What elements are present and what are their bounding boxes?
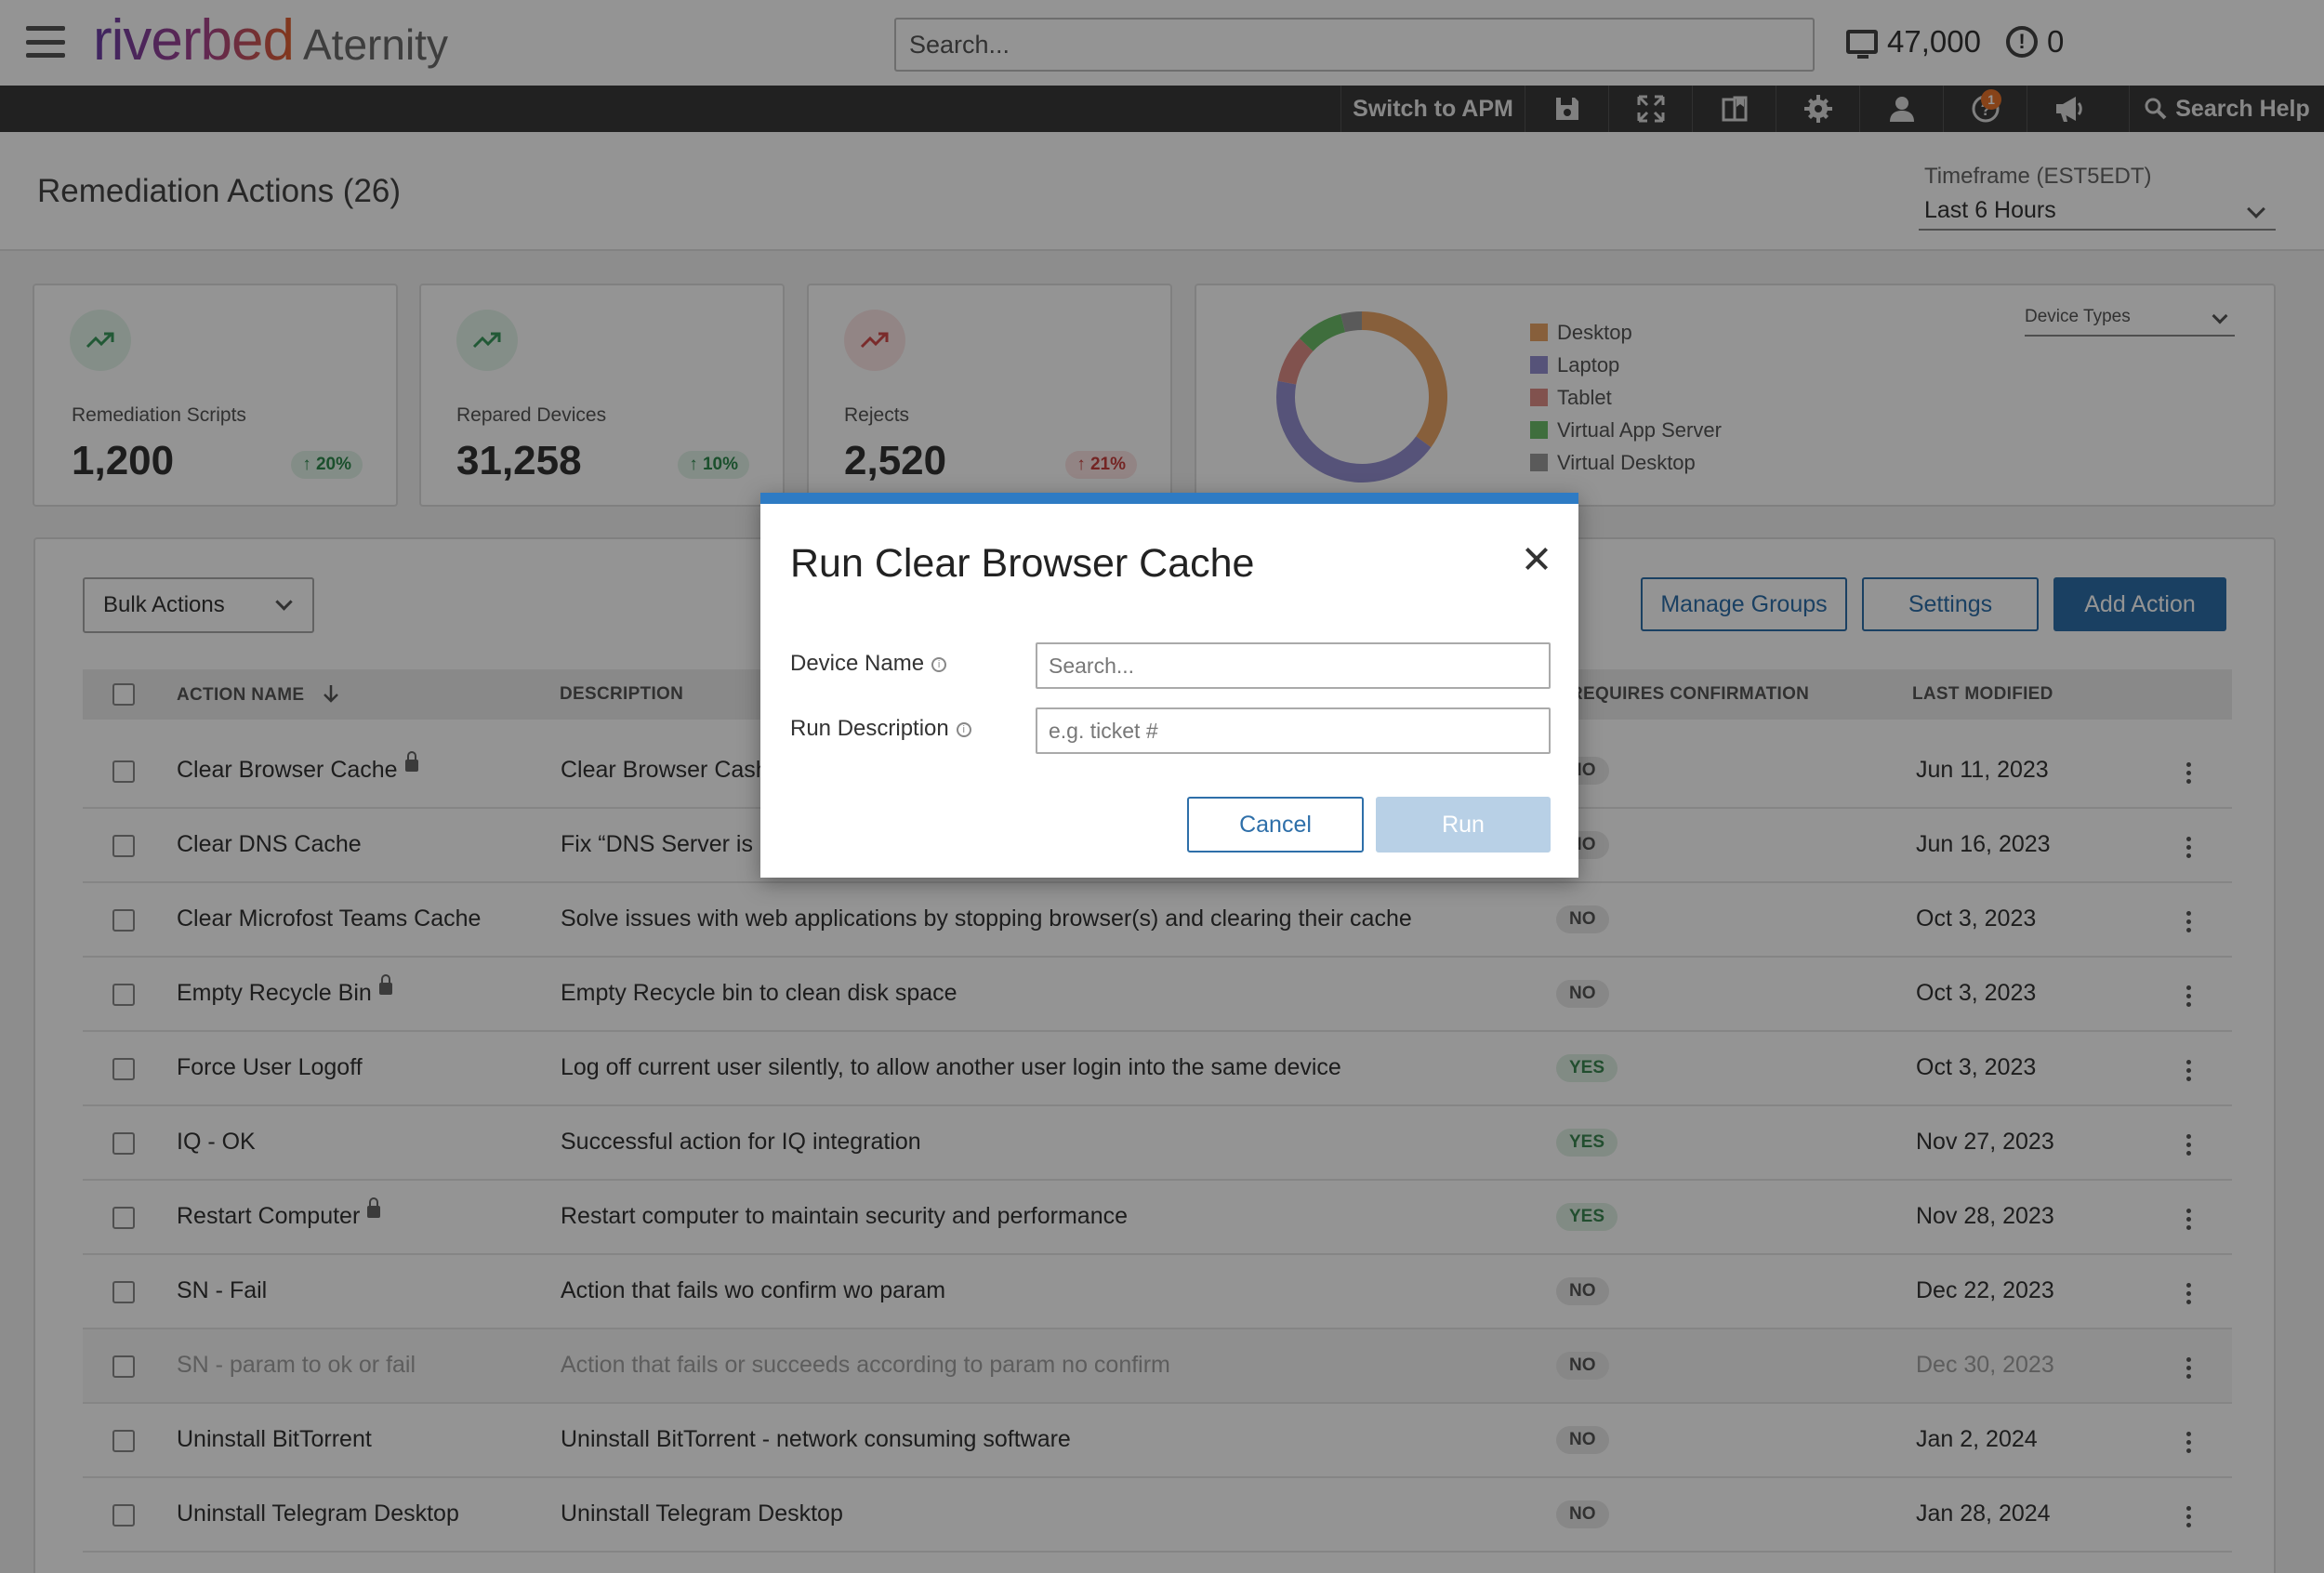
run-description-label: Run Description i bbox=[790, 716, 971, 742]
device-name-label: Device Name i bbox=[790, 651, 947, 677]
run-button[interactable]: Run bbox=[1376, 797, 1551, 853]
info-icon[interactable]: i bbox=[931, 656, 947, 672]
info-icon[interactable]: i bbox=[956, 721, 971, 737]
run-action-dialog: Run Clear Browser Cache Device Name i Sea… bbox=[760, 493, 1578, 878]
dialog-title: Run Clear Browser Cache bbox=[790, 541, 1255, 586]
run-description-label-text: Run Description bbox=[790, 716, 949, 741]
run-description-input[interactable]: e.g. ticket # bbox=[1036, 707, 1551, 754]
device-name-label-text: Device Name bbox=[790, 651, 925, 676]
device-name-input[interactable]: Search... bbox=[1036, 642, 1551, 689]
close-icon[interactable] bbox=[1523, 545, 1551, 573]
cancel-button[interactable]: Cancel bbox=[1187, 797, 1364, 853]
